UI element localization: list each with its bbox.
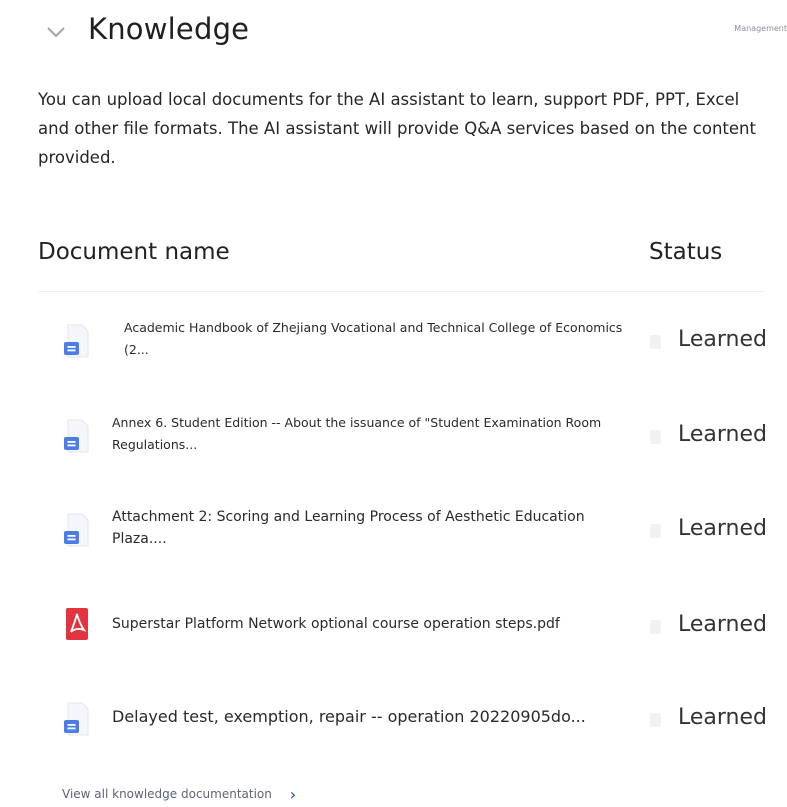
status-indicator	[650, 713, 661, 727]
knowledge-description: You can upload local documents for the A…	[38, 90, 756, 167]
status-text: Learned	[678, 422, 767, 447]
column-header-document-name: Document name	[38, 239, 230, 265]
table-header: Document name Status	[38, 235, 763, 275]
document-name: Annex 6. Student Edition -- About the is…	[112, 415, 602, 452]
document-name: Attachment 2: Scoring and Learning Proce…	[112, 509, 585, 547]
status-indicator	[650, 430, 661, 444]
status-text: Learned	[678, 705, 767, 730]
column-header-status: Status	[649, 239, 723, 265]
status-indicator	[650, 524, 661, 538]
document-name: Academic Handbook of Zhejiang Vocational…	[124, 320, 623, 357]
status-text: Learned	[678, 612, 767, 637]
chevron-down-icon[interactable]	[46, 24, 66, 38]
doc-icon	[62, 323, 90, 359]
status-text: Learned	[678, 516, 767, 541]
document-name: Delayed test, exemption, repair -- opera…	[112, 707, 586, 726]
status-text: Learned	[678, 327, 767, 352]
table-row[interactable]: Academic Handbook of Zhejiang Vocational…	[56, 313, 776, 383]
doc-icon	[62, 512, 90, 548]
document-name: Superstar Platform Network optional cour…	[112, 616, 560, 632]
view-all-link[interactable]: View all knowledge documentation ›	[62, 783, 296, 804]
status-indicator	[650, 335, 661, 349]
page-title: Knowledge	[88, 12, 250, 46]
table-row[interactable]: Attachment 2: Scoring and Learning Proce…	[56, 502, 776, 572]
management-link[interactable]: Management	[734, 24, 787, 33]
pdf-icon	[62, 606, 90, 642]
view-all-label: View all knowledge documentation	[62, 787, 272, 801]
table-row[interactable]: Delayed test, exemption, repair -- opera…	[56, 695, 776, 765]
doc-icon	[62, 701, 90, 737]
divider	[38, 291, 763, 292]
chevron-right-icon[interactable]: ›	[290, 785, 296, 804]
doc-icon	[62, 418, 90, 454]
table-row[interactable]: Annex 6. Student Edition -- About the is…	[56, 408, 776, 478]
status-indicator	[650, 620, 661, 634]
knowledge-header: Knowledge Management	[40, 10, 787, 54]
table-row[interactable]: Superstar Platform Network optional cour…	[56, 602, 776, 672]
